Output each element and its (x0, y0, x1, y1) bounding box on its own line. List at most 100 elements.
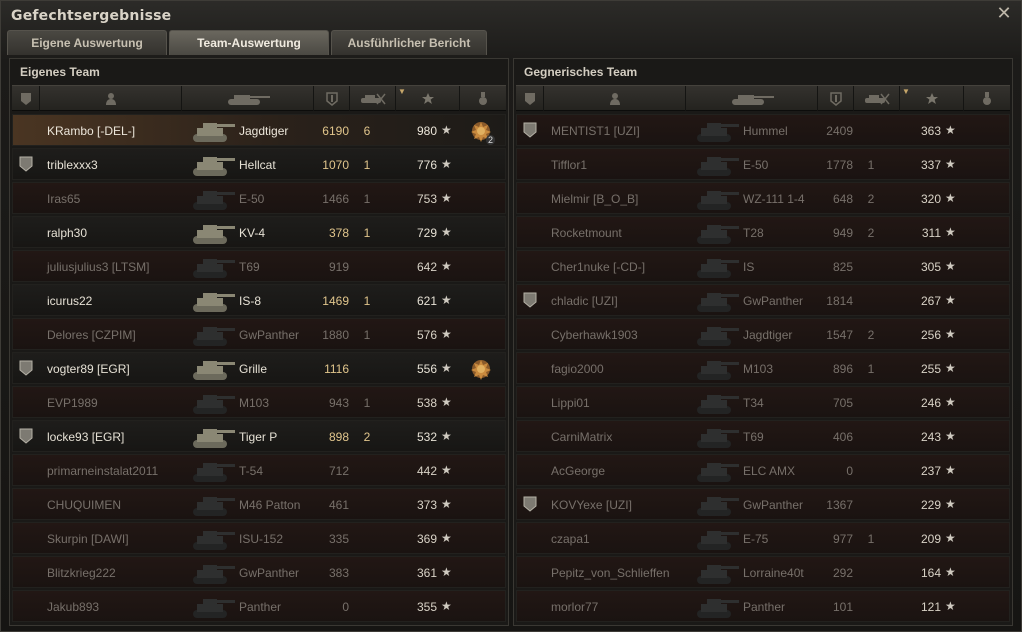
platoon-column-icon[interactable] (12, 86, 40, 111)
star-icon: ★ (441, 327, 452, 341)
vehicle-column-icon[interactable] (182, 86, 314, 111)
player-name: ralph30 (47, 226, 88, 240)
player-row[interactable]: Iras65 E-50 1466 1 753 ★ (12, 182, 506, 214)
player-row[interactable]: chladic [UZI] GwPanther 1814 267 ★ (516, 284, 1010, 316)
vehicle-name: E-50 (743, 158, 769, 172)
damage-value: 1367 (826, 498, 853, 512)
tab-team-auswertung[interactable]: Team-Auswertung (169, 30, 329, 55)
player-row[interactable]: ralph30 KV-4 378 1 729 ★ (12, 216, 506, 248)
player-row[interactable]: Cyberhawk1903 Jagdtiger 1547 2 256 ★ (516, 318, 1010, 350)
own-team-list: KRambo [-DEL-] Jagdtiger 6190 6 980 ★ 2 triblex… (12, 114, 506, 624)
vehicle-name: E-75 (743, 532, 769, 546)
kills-value: 2 (363, 430, 371, 444)
player-row[interactable]: EVP1989 M103 943 1 538 ★ (12, 386, 506, 418)
player-row[interactable]: Tifflor1 E-50 1778 1 337 ★ (516, 148, 1010, 180)
player-row[interactable]: Delores [CZPIM] GwPanther 1880 1 576 ★ (12, 318, 506, 350)
tank-icon (693, 252, 741, 282)
player-row[interactable]: locke93 [EGR] Tiger P 898 2 532 ★ (12, 420, 506, 452)
player-row[interactable]: Skurpin [DAWI] ISU-152 335 369 ★ (12, 522, 506, 554)
player-name: Jakub893 (47, 600, 100, 614)
kills-column-icon[interactable] (350, 86, 396, 111)
player-name: fagio2000 (551, 362, 604, 376)
player-row[interactable]: primarneinstalat2011 T-54 712 442 ★ (12, 454, 506, 486)
kills-column-icon[interactable] (854, 86, 900, 111)
player-row[interactable]: juliusjulius3 [LTSM] T69 919 642 ★ (12, 250, 506, 282)
star-icon: ★ (945, 429, 956, 443)
xp-value: 237 (920, 464, 941, 478)
player-row[interactable]: fagio2000 M103 896 1 255 ★ (516, 352, 1010, 384)
tab-ausfuehrlicher-bericht[interactable]: Ausführlicher Bericht (331, 30, 487, 55)
enemy-team-panel: Gegnerisches Team ▼ MENTIST1 [UZI] Humme… (513, 58, 1013, 626)
xp-value: 255 (920, 362, 941, 376)
tab-eigene-auswertung[interactable]: Eigene Auswertung (7, 30, 167, 55)
player-row[interactable]: Jakub893 Panther 0 355 ★ (12, 590, 506, 622)
player-row[interactable]: KOVYexe [UZI] GwPanther 1367 229 ★ (516, 488, 1010, 520)
tank-icon (189, 388, 237, 418)
xp-value: 532 (416, 430, 437, 444)
tank-icon (693, 592, 741, 622)
vehicle-name: Panther (743, 600, 786, 614)
tank-icon (693, 218, 741, 248)
player-row[interactable]: Cher1nuke [-CD-] IS 825 305 ★ (516, 250, 1010, 282)
star-icon: ★ (441, 123, 452, 137)
star-icon: ★ (945, 497, 956, 511)
damage-column-icon[interactable] (818, 86, 854, 111)
player-row[interactable]: Lippi01 T34 705 246 ★ (516, 386, 1010, 418)
vehicle-name: Grille (239, 362, 268, 376)
star-icon: ★ (945, 191, 956, 205)
player-row[interactable]: CHUQUIMEN M46 Patton 461 373 ★ (12, 488, 506, 520)
vehicle-name: Jagdtiger (743, 328, 793, 342)
player-row[interactable]: vogter89 [EGR] Grille 1116 556 ★ (12, 352, 506, 384)
tank-icon (693, 116, 741, 146)
damage-value: 378 (328, 226, 349, 240)
title-bar: Gefechtsergebnisse ✕ (1, 1, 1021, 31)
medal-column-icon[interactable] (460, 86, 506, 111)
player-name: Iras65 (47, 192, 81, 206)
damage-column-icon[interactable] (314, 86, 350, 111)
player-row[interactable]: icurus22 IS-8 1469 1 621 ★ (12, 284, 506, 316)
player-row[interactable]: Mielmir [B_O_B] WZ-111 1-4 648 2 320 ★ (516, 182, 1010, 214)
damage-value: 1814 (826, 294, 853, 308)
medal-icon[interactable] (469, 357, 493, 381)
player-row[interactable]: Rocketmount T28 949 2 311 ★ (516, 216, 1010, 248)
player-row[interactable]: Pepitz_von_Schlieffen Lorraine40t 292 164 ★ (516, 556, 1010, 588)
star-icon: ★ (441, 531, 452, 545)
player-row[interactable]: MENTIST1 [UZI] Hummel 2409 363 ★ (516, 114, 1010, 146)
xp-column-icon[interactable]: ▼ (396, 86, 460, 111)
platoon-column-icon[interactable] (516, 86, 544, 111)
platoon-icon (523, 292, 537, 308)
player-name: morlor77 (551, 600, 599, 614)
xp-value: 320 (920, 192, 941, 206)
close-icon[interactable]: ✕ (995, 5, 1013, 23)
player-name: vogter89 [EGR] (47, 362, 130, 376)
vehicle-column-icon[interactable] (686, 86, 818, 111)
medal-icon[interactable]: 2 (469, 119, 495, 145)
player-column-icon[interactable] (544, 86, 686, 111)
player-name: Blitzkrieg222 (47, 566, 116, 580)
player-name: EVP1989 (47, 396, 98, 410)
player-row[interactable]: KRambo [-DEL-] Jagdtiger 6190 6 980 ★ 2 (12, 114, 506, 146)
player-row[interactable]: CarniMatrix T69 406 243 ★ (516, 420, 1010, 452)
player-row[interactable]: triblexxx3 Hellcat 1070 1 776 ★ (12, 148, 506, 180)
xp-value: 311 (921, 226, 941, 240)
player-row[interactable]: morlor77 Panther 101 121 ★ (516, 590, 1010, 622)
damage-value: 898 (328, 430, 349, 444)
damage-value: 949 (832, 226, 853, 240)
player-row[interactable]: Blitzkrieg222 GwPanther 383 361 ★ (12, 556, 506, 588)
xp-value: 642 (416, 260, 437, 274)
xp-column-icon[interactable]: ▼ (900, 86, 964, 111)
medal-column-icon[interactable] (964, 86, 1010, 111)
star-icon: ★ (945, 293, 956, 307)
damage-value: 0 (846, 464, 853, 478)
xp-value: 556 (416, 362, 437, 376)
xp-value: 538 (416, 396, 437, 410)
player-row[interactable]: AcGeorge ELC AMX 0 237 ★ (516, 454, 1010, 486)
player-column-icon[interactable] (40, 86, 182, 111)
vehicle-name: T69 (239, 260, 260, 274)
damage-value: 0 (342, 600, 349, 614)
damage-value: 1116 (324, 362, 349, 376)
player-row[interactable]: czapa1 E-75 977 1 209 ★ (516, 522, 1010, 554)
star-icon: ★ (945, 531, 956, 545)
xp-value: 355 (416, 600, 437, 614)
player-name: Lippi01 (551, 396, 590, 410)
